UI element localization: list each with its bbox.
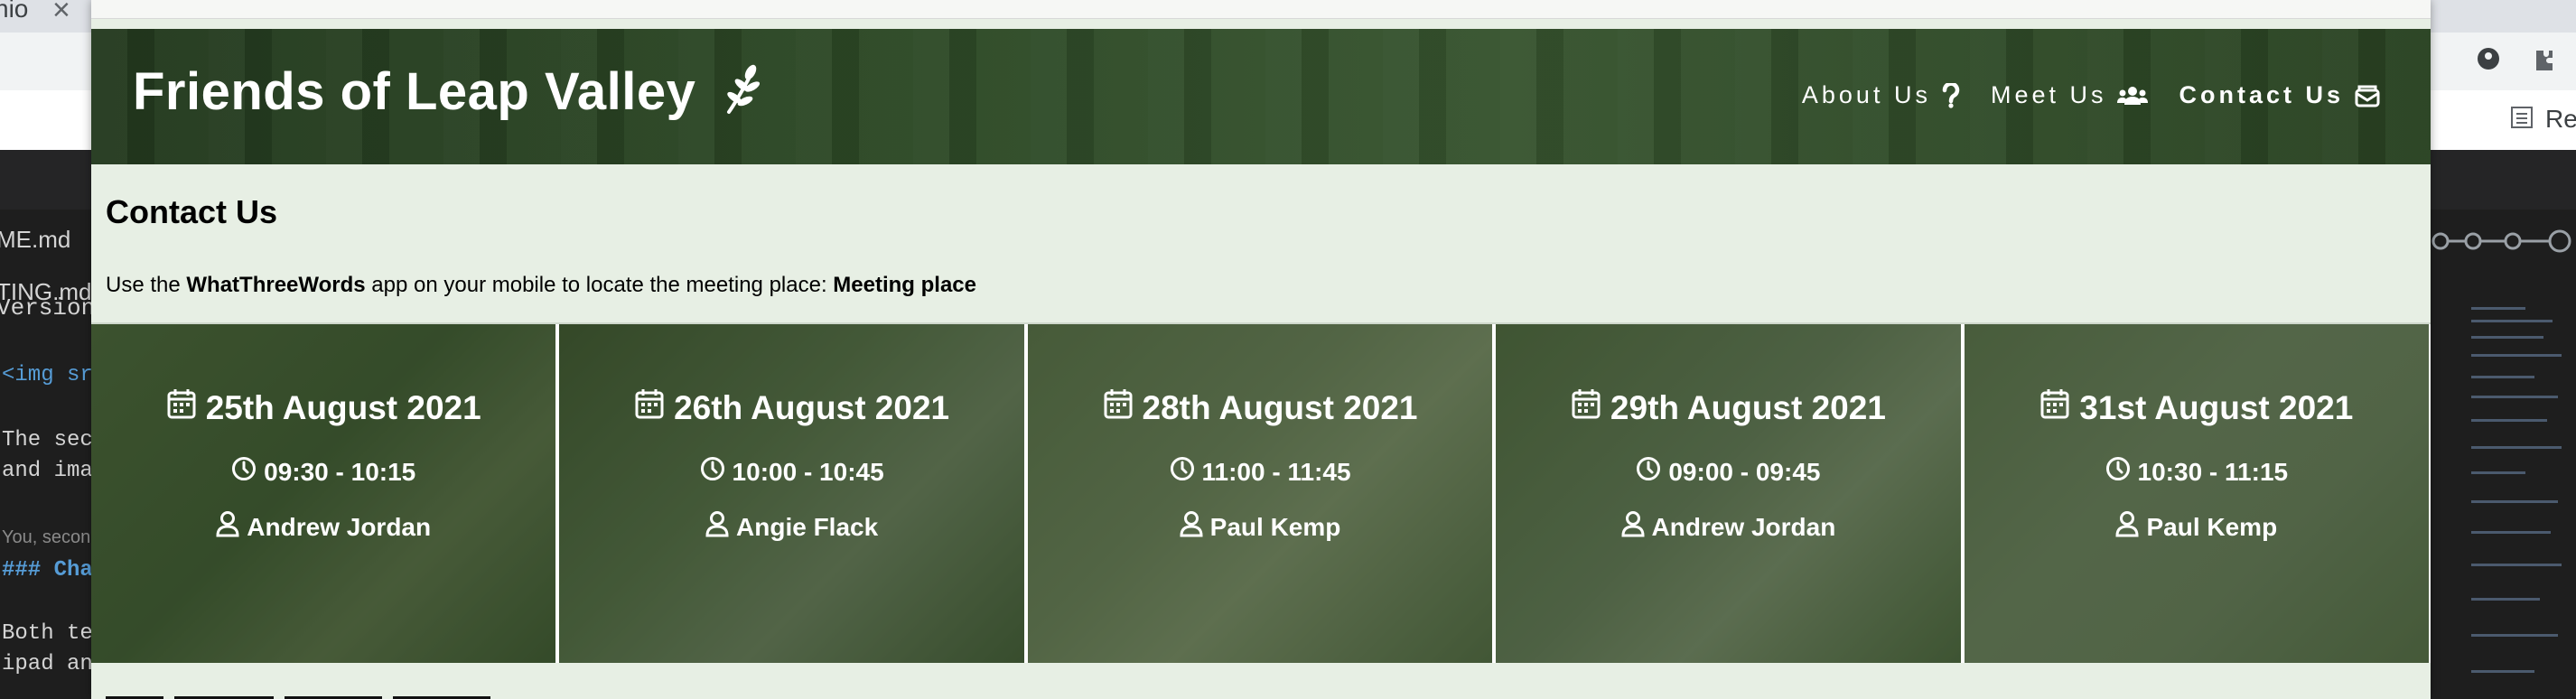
meeting-host-name: Andrew Jordan [247,512,432,541]
site-title[interactable]: Friends of Leap Valley [133,61,763,128]
meeting-host: Angie Flack [559,510,1023,544]
meeting-time: 09:00 - 09:45 [1496,456,1960,488]
meeting-date: 26th August 2021 [559,387,1023,428]
meeting-date-text: 26th August 2021 [674,388,950,426]
meeting-date: 25th August 2021 [91,387,555,428]
meeting-time-text: 10:00 - 10:45 [732,457,884,486]
calendar-icon [1103,387,1134,428]
git-graph-icon[interactable] [2430,228,2576,255]
meeting-time-text: 09:00 - 09:45 [1668,457,1821,486]
app-name: WhatThreeWords [186,273,366,297]
extensions-icon[interactable] [2529,45,2558,74]
meeting-card[interactable]: 28th August 2021 11:00 - 11:45 Paul Kemp [1025,324,1495,663]
calendar-icon [2039,387,2070,428]
meeting-date-text: 29th August 2021 [1610,388,1886,426]
reading-list-icon[interactable] [2509,105,2534,130]
users-icon [2117,85,2149,107]
calendar-icon [166,387,197,428]
editor-file-tab[interactable]: ME.md [0,226,70,254]
editor-line: Both te [2,621,93,646]
website-window: Friends of Leap Valley About Us Meet Us … [91,0,2431,699]
editor-line: ### Cha [2,558,93,582]
meeting-time: 11:00 - 11:45 [1028,456,1492,488]
window-top-edge [91,0,2431,19]
card-content: 29th August 2021 09:00 - 09:45 Andrew Jord… [1496,324,1960,663]
clock-icon [1170,456,1195,488]
editor-minimap[interactable] [2430,210,2576,699]
user-icon [1180,510,1203,544]
meeting-time: 09:30 - 10:15 [91,456,555,488]
nav-about-us-label: About Us [1801,81,1931,108]
card-content: 28th August 2021 11:00 - 11:45 Paul Kemp [1028,324,1492,663]
clock-icon [700,456,725,488]
meeting-host: Andrew Jordan [1496,510,1960,544]
meeting-card[interactable]: 26th August 2021 10:00 - 10:45 Angie Flack [557,324,1026,663]
meeting-host-name: Angie Flack [736,512,879,541]
meeting-instructions: Use the WhatThreeWords app on your mobil… [106,273,976,298]
meeting-place-link[interactable]: Meeting place [833,273,976,297]
main-nav: About Us Meet Us Contact Us [1802,81,2380,109]
meeting-host-name: Andrew Jordan [1651,512,1836,541]
card-content: 26th August 2021 10:00 - 10:45 Angie Flack [559,324,1023,663]
meeting-date: 28th August 2021 [1028,387,1492,428]
meeting-card[interactable]: 31st August 2021 10:30 - 11:15 Paul Kemp [1962,324,2431,663]
meeting-time-text: 09:30 - 10:15 [264,457,416,486]
meeting-date-text: 25th August 2021 [205,388,481,426]
user-icon [216,510,239,544]
card-content: 31st August 2021 10:30 - 11:15 Paul Kemp [1965,324,2429,663]
meeting-date: 31st August 2021 [1965,387,2429,428]
nav-meet-us[interactable]: Meet Us [1991,81,2149,109]
instructions-prefix: Use the [106,273,187,297]
card-content: 25th August 2021 09:30 - 10:15 Andrew Jord… [91,324,555,663]
meeting-cards: 25th August 2021 09:30 - 10:15 Andrew Jord… [91,322,2431,665]
editor-line: ipad an [2,652,93,676]
nav-about-us[interactable]: About Us [1802,81,1960,109]
meeting-date: 29th August 2021 [1496,387,1960,428]
nav-contact-us-label: Contact Us [2179,81,2344,108]
site-title-text: Friends of Leap Valley [133,62,696,121]
nav-meet-us-label: Meet Us [1990,81,2107,108]
question-icon [1942,82,1960,108]
instructions-middle: app on your mobile to locate the meeting… [365,273,834,297]
meeting-card[interactable]: 29th August 2021 09:00 - 09:45 Andrew Jord… [1494,324,1963,663]
clock-icon [231,456,257,488]
editor-line: Version [0,294,96,322]
editor-line: You, secon [2,527,91,547]
meeting-host: Paul Kemp [1965,510,2429,544]
clock-icon [1636,456,1661,488]
meeting-host-name: Paul Kemp [1209,512,1341,541]
envelope-icon [2355,84,2380,107]
reading-list-label[interactable]: Re [2545,105,2576,134]
meeting-date-text: 28th August 2021 [1142,388,1418,426]
browser-tab-title[interactable]: nio [0,0,28,23]
meeting-time: 10:00 - 10:45 [559,456,1023,488]
meeting-time-text: 10:30 - 11:15 [2137,457,2289,486]
leaf-sprig-icon [722,63,763,128]
profile-icon[interactable] [2475,45,2502,72]
calendar-icon [634,387,665,428]
nav-contact-us[interactable]: Contact Us [2179,81,2380,109]
meeting-time-text: 11:00 - 11:45 [1201,457,1351,486]
meeting-date-text: 31st August 2021 [2079,388,2354,426]
meeting-host: Paul Kemp [1028,510,1492,544]
next-section-heading-clipped [106,683,575,699]
page-heading: Contact Us [106,193,278,230]
calendar-icon [1571,387,1601,428]
meeting-time: 10:30 - 11:15 [1965,456,2429,488]
editor-line: The sec [2,428,93,452]
close-tab-icon[interactable]: × [52,0,70,28]
site-header: Friends of Leap Valley About Us Meet Us … [91,29,2431,164]
user-icon [705,510,729,544]
editor-line: <img sr [2,363,93,387]
user-icon [2115,510,2139,544]
user-icon [1621,510,1645,544]
editor-line: and ima [2,459,93,483]
meeting-host: Andrew Jordan [91,510,555,544]
meeting-host-name: Paul Kemp [2146,512,2278,541]
meeting-card[interactable]: 25th August 2021 09:30 - 10:15 Andrew Jord… [91,324,558,663]
clock-icon [2105,456,2131,488]
